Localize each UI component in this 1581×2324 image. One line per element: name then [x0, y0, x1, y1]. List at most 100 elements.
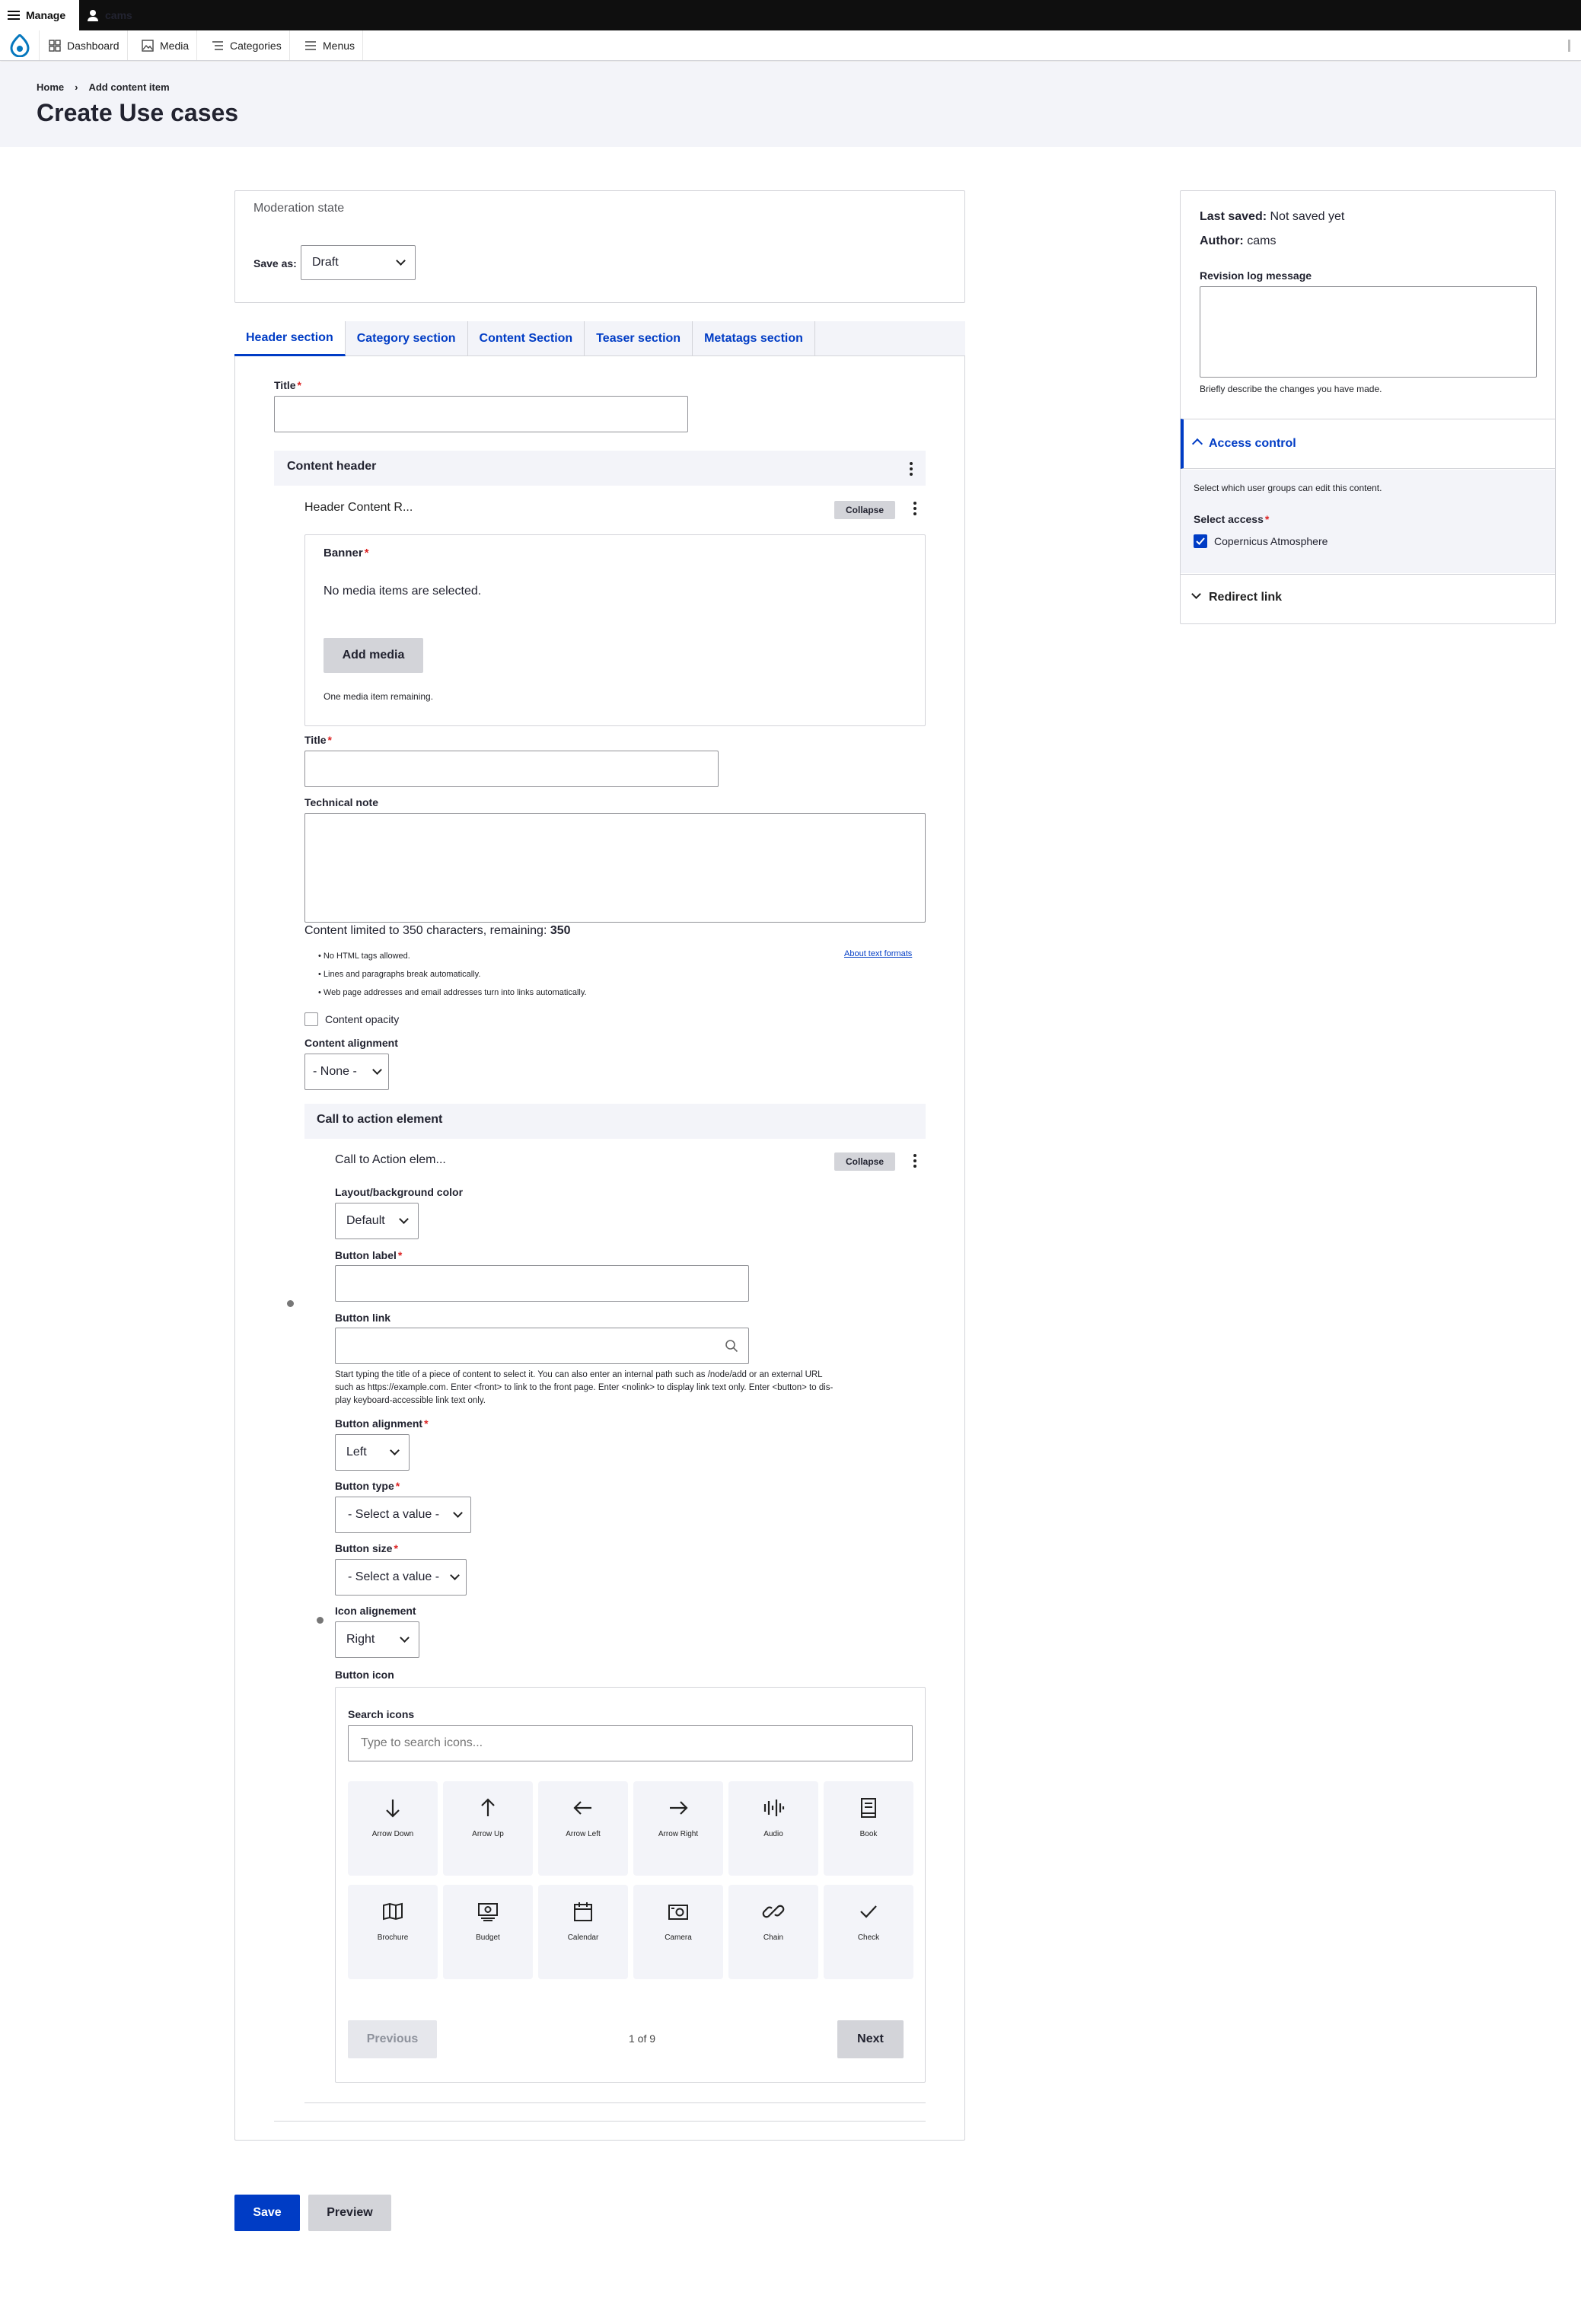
page-title: Create Use cases: [37, 99, 239, 126]
no-media-text: No media items are selected.: [324, 585, 482, 598]
icon-tile-arrow-up[interactable]: Arrow Up: [443, 1781, 533, 1876]
tab-header-section[interactable]: Header section: [234, 321, 346, 356]
icon-tile-budget[interactable]: Budget: [443, 1885, 533, 1979]
search-icons-input[interactable]: [348, 1725, 913, 1761]
icon-alignment-select[interactable]: Right: [335, 1621, 419, 1658]
cta-row-title: Call to Action elem...: [335, 1153, 446, 1166]
content-opacity-label: Content opacity: [325, 1013, 400, 1025]
categories-icon: [212, 40, 223, 50]
content-header-title: Content header: [287, 460, 377, 473]
add-media-button[interactable]: Add media: [324, 638, 423, 673]
button-alignment-select[interactable]: Left: [335, 1434, 410, 1471]
cta-collapse-button[interactable]: Collapse: [834, 1152, 895, 1171]
icon-tile-arrow-down[interactable]: Arrow Down: [348, 1781, 438, 1876]
button-link-input[interactable]: [335, 1328, 749, 1364]
button-type-select[interactable]: - Select a value -: [335, 1497, 471, 1533]
user-menu[interactable]: cams: [87, 0, 132, 30]
chevron-down-icon: [396, 256, 406, 266]
tab-metatags-section[interactable]: Metatags section: [693, 321, 815, 356]
icon-tile-label: Camera: [665, 1933, 692, 1942]
menu-media[interactable]: Media: [134, 30, 198, 60]
menu-menus[interactable]: Menus: [297, 30, 364, 60]
content-alignment-select[interactable]: - None -: [304, 1054, 389, 1090]
icon-tile-brochure[interactable]: Brochure: [348, 1885, 438, 1979]
breadcrumb: Home › Add content item: [37, 81, 170, 93]
save-button[interactable]: Save: [234, 2195, 300, 2231]
row-actions-icon[interactable]: [913, 502, 916, 515]
manage-button[interactable]: Manage: [0, 0, 79, 30]
layout-bg-select[interactable]: Default: [335, 1203, 419, 1239]
preview-button[interactable]: Preview: [308, 2195, 391, 2231]
button-size-select[interactable]: - Select a value -: [335, 1559, 467, 1596]
icon-tile-label: Chain: [763, 1933, 784, 1942]
collapse-button[interactable]: Collapse: [834, 501, 895, 519]
sidebar-toggle-handle[interactable]: [1568, 40, 1570, 52]
breadcrumb-home[interactable]: Home: [37, 81, 64, 93]
icon-tile-calendar[interactable]: Calendar: [538, 1885, 628, 1979]
content-header-actions-icon[interactable]: [910, 462, 913, 476]
chevron-down-icon: [400, 1633, 410, 1643]
icon-alignment-label: Icon alignement: [335, 1605, 416, 1617]
save-as-label: Save as:: [253, 257, 297, 269]
save-as-select[interactable]: Draft: [301, 245, 416, 280]
chevron-down-icon: [453, 1508, 463, 1518]
previous-button[interactable]: Previous: [348, 2020, 437, 2058]
button-size-label: Button size *: [335, 1542, 398, 1554]
button-icon-label: Button icon: [335, 1669, 394, 1681]
drupal-logo[interactable]: [0, 30, 40, 60]
icon-tile-audio[interactable]: Audio: [728, 1781, 818, 1876]
about-text-formats-link[interactable]: About text formats: [844, 949, 912, 958]
button-type-label: Button type *: [335, 1480, 400, 1492]
menus-icon: [305, 40, 316, 50]
title-input[interactable]: [274, 396, 688, 432]
author: Author: cams: [1200, 234, 1277, 247]
book-icon: [861, 1798, 876, 1818]
icon-tile-camera[interactable]: Camera: [633, 1885, 723, 1979]
icon-tile-arrow-left[interactable]: Arrow Left: [538, 1781, 628, 1876]
button-size-value: - Select a value -: [348, 1570, 440, 1583]
cta-actions-icon[interactable]: [913, 1154, 916, 1168]
access-checkbox[interactable]: [1194, 534, 1207, 548]
inner-title-input[interactable]: [304, 751, 719, 787]
menu-dashboard[interactable]: Dashboard: [41, 30, 128, 60]
redirect-link-title: Redirect link: [1209, 591, 1283, 604]
icon-tile-label: Audio: [763, 1830, 783, 1838]
drag-handle-icon[interactable]: [317, 1617, 324, 1624]
last-saved: Last saved: Not saved yet: [1200, 210, 1345, 223]
arrow-up-icon: [481, 1798, 495, 1816]
icon-tile-label: Arrow Left: [566, 1830, 601, 1838]
button-label-label: Button label *: [335, 1249, 403, 1261]
audio-icon: [763, 1800, 785, 1816]
tab-content-section[interactable]: Content Section: [468, 321, 585, 356]
next-button[interactable]: Next: [837, 2020, 904, 2058]
tab-category-section[interactable]: Category section: [346, 321, 468, 356]
save-as-value: Draft: [312, 256, 339, 269]
access-option-label: Copernicus Atmosphere: [1214, 535, 1328, 547]
breadcrumb-current: Add content item: [88, 81, 170, 93]
format-tip: • Lines and paragraphs break automatical…: [318, 970, 481, 979]
drag-handle-icon[interactable]: [287, 1300, 294, 1307]
check-icon: [860, 1905, 877, 1918]
icon-tile-arrow-right[interactable]: Arrow Right: [633, 1781, 723, 1876]
icon-tile-book[interactable]: Book: [824, 1781, 913, 1876]
content-alignment-value: - None -: [313, 1065, 357, 1078]
media-icon: [142, 39, 154, 52]
pager-status: 1 of 9: [629, 2032, 656, 2045]
menu-menus-label: Menus: [323, 39, 355, 52]
icon-tile-label: Check: [857, 1933, 880, 1942]
user-icon: [88, 10, 98, 21]
title-label: Title *: [274, 379, 301, 391]
admin-toolbar: [0, 0, 1581, 30]
icon-tile-check[interactable]: Check: [824, 1885, 913, 1979]
camera-icon: [668, 1905, 688, 1920]
button-label-input[interactable]: [335, 1265, 749, 1302]
revision-log-textarea[interactable]: [1200, 286, 1537, 378]
technical-note-textarea[interactable]: [304, 813, 926, 923]
icon-tile-chain[interactable]: Chain: [728, 1885, 818, 1979]
hamburger-icon: [8, 11, 20, 20]
brochure-icon: [383, 1902, 403, 1921]
content-opacity-checkbox[interactable]: [304, 1012, 318, 1026]
menu-categories[interactable]: Categories: [204, 30, 290, 60]
calendar-icon: [574, 1902, 592, 1921]
tab-teaser-section[interactable]: Teaser section: [585, 321, 693, 356]
